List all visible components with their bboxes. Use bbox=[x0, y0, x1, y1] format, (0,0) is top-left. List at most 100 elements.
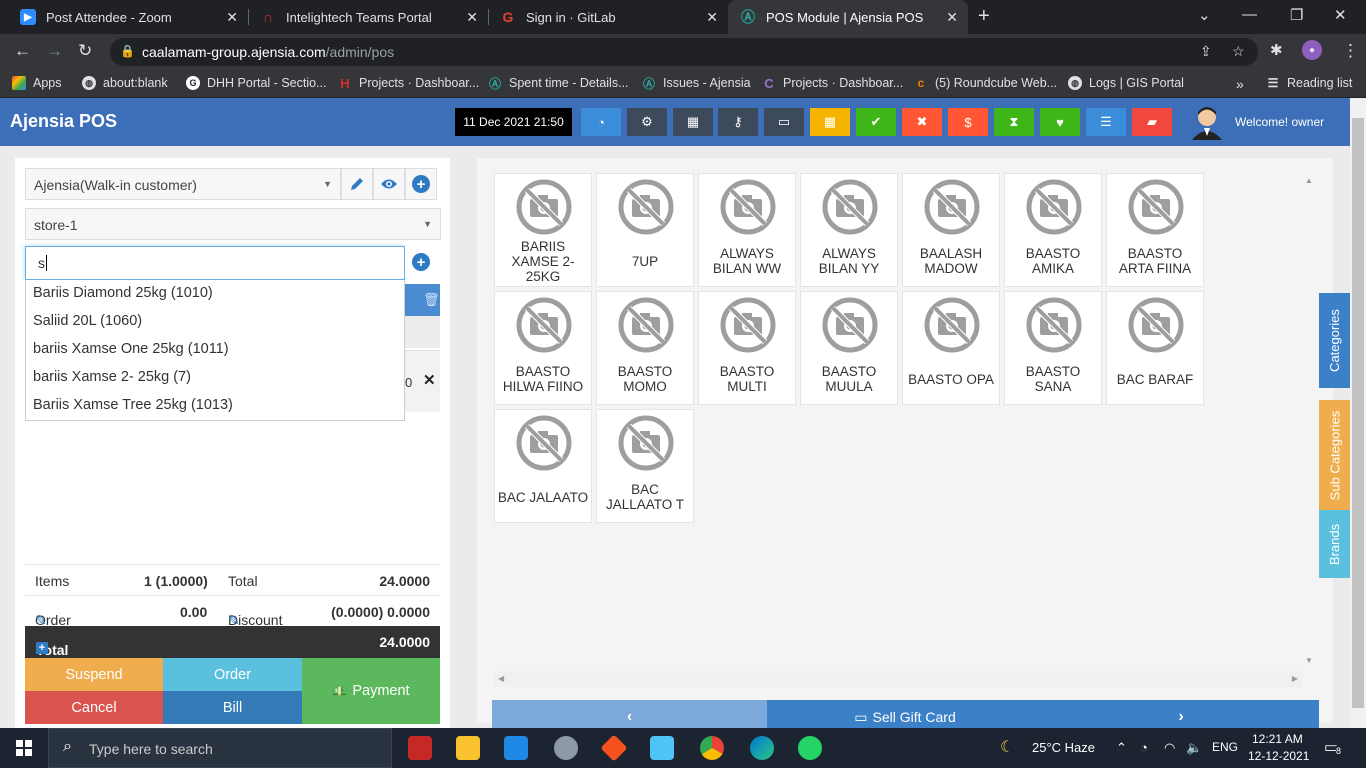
bookmark-spent-time[interactable]: Ⓐ Spent time - Details... bbox=[488, 76, 629, 91]
bookmark-issues[interactable]: Ⓐ Issues - Ajensia bbox=[642, 76, 751, 91]
volume-icon[interactable]: 🔈 bbox=[1186, 740, 1202, 756]
chevron-up-icon[interactable]: ⌃ bbox=[1116, 740, 1127, 756]
suggestion-item[interactable]: Bariis Xamse Tree 25kg (1013) bbox=[26, 392, 404, 420]
bookmark-apps[interactable]: Apps bbox=[12, 76, 62, 90]
order-button[interactable]: Order bbox=[163, 658, 302, 691]
close-tab-icon[interactable]: ✕ bbox=[226, 9, 238, 26]
suggestion-item[interactable]: bariis Xamse One 25kg (1011) bbox=[26, 336, 404, 364]
reload-icon[interactable]: ↻ bbox=[78, 41, 92, 61]
windows-start-icon[interactable] bbox=[16, 740, 32, 756]
product-card[interactable]: BAASTO ARTA FIINA bbox=[1106, 173, 1204, 287]
extensions-icon[interactable]: ✱ bbox=[1270, 41, 1283, 59]
categories-tab[interactable]: Categories bbox=[1319, 293, 1350, 388]
bill-button[interactable]: Bill bbox=[163, 691, 302, 724]
bookmark-dhh[interactable]: G DHH Portal - Sectio... bbox=[186, 76, 326, 90]
remove-item-icon[interactable]: ✕ bbox=[423, 371, 436, 389]
store-select[interactable]: store-1 ▼ bbox=[25, 208, 441, 240]
trash-icon[interactable]: 🗑 bbox=[423, 292, 440, 308]
heart-button[interactable]: ♥ bbox=[1040, 108, 1080, 136]
bookmark-roundcube[interactable]: c (5) Roundcube Web... bbox=[914, 76, 1057, 90]
tab-gitlab[interactable]: G Sign in · GitLab ✕ bbox=[488, 0, 728, 34]
restore-icon[interactable]: ❐ bbox=[1290, 6, 1303, 24]
close-tab-icon[interactable]: ✕ bbox=[706, 9, 718, 26]
tab-search-icon[interactable]: ⌄ bbox=[1198, 6, 1211, 24]
bookmark-logs[interactable]: ◍ Logs | GIS Portal bbox=[1068, 76, 1184, 90]
product-card[interactable]: BARIIS XAMSE 2- 25KG bbox=[494, 173, 592, 287]
dollar-button[interactable]: $ bbox=[948, 108, 988, 136]
bookmark-about-blank[interactable]: ◍ about:blank bbox=[82, 76, 168, 90]
view-customer-button[interactable] bbox=[373, 168, 405, 200]
suggestion-item[interactable]: Bariis Diamond 25kg (1010) bbox=[26, 280, 404, 308]
eraser-button[interactable]: ▰ bbox=[1132, 108, 1172, 136]
product-card[interactable]: BAC JALAATO bbox=[494, 409, 592, 523]
dashboard-button[interactable]: ◔ bbox=[581, 108, 621, 136]
product-card[interactable]: 7UP bbox=[596, 173, 694, 287]
weather-text[interactable]: 25°C Haze bbox=[1032, 740, 1095, 755]
check-button[interactable]: ✔ bbox=[856, 108, 896, 136]
laptop-button[interactable]: ▭ bbox=[764, 108, 804, 136]
minimize-icon[interactable]: — bbox=[1242, 6, 1257, 23]
product-card[interactable]: BAASTO OPA bbox=[902, 291, 1000, 405]
product-card[interactable]: BAASTO MOMO bbox=[596, 291, 694, 405]
key-button[interactable]: ⚷ bbox=[718, 108, 758, 136]
bookmark-projects-2[interactable]: C Projects · Dashboar... bbox=[762, 76, 903, 91]
scroll-left-icon[interactable]: ◀ bbox=[498, 674, 504, 683]
row-qty[interactable]: 0 bbox=[405, 375, 412, 390]
whatsapp-icon[interactable] bbox=[798, 736, 822, 760]
product-card[interactable]: ALWAYS BILAN WW bbox=[698, 173, 796, 287]
close-tab-icon[interactable]: ✕ bbox=[946, 9, 958, 26]
clock-date[interactable]: 12-12-2021 bbox=[1248, 749, 1309, 763]
git-icon[interactable] bbox=[600, 734, 628, 762]
taskbar-search[interactable]: ⌕ Type here to search bbox=[48, 728, 392, 768]
brand-title[interactable]: Ajensia POS bbox=[10, 111, 117, 132]
more-bookmarks-icon[interactable]: » bbox=[1236, 76, 1244, 92]
close-circle-button[interactable]: ✖ bbox=[902, 108, 942, 136]
suggestion-item[interactable]: bariis Xamse 2- 25kg (7) bbox=[26, 364, 404, 392]
tab-intelightech[interactable]: ∩ Intelightech Teams Portal ✕ bbox=[248, 0, 488, 34]
wifi-icon[interactable]: ◠ bbox=[1164, 740, 1175, 756]
network-icon[interactable]: ◔ bbox=[1140, 740, 1148, 755]
profile-avatar[interactable]: ● bbox=[1302, 40, 1322, 60]
plus-square-icon[interactable]: + bbox=[36, 642, 48, 654]
clock-time[interactable]: 12:21 AM bbox=[1252, 732, 1303, 746]
edit-customer-button[interactable] bbox=[341, 168, 373, 200]
product-card[interactable]: BAC BARAF bbox=[1106, 291, 1204, 405]
store-icon[interactable] bbox=[504, 736, 528, 760]
chrome-icon[interactable] bbox=[700, 736, 724, 760]
settings-button[interactable]: ⚙ bbox=[627, 108, 667, 136]
suspend-button[interactable]: Suspend bbox=[25, 658, 163, 691]
tab-pos[interactable]: Ⓐ POS Module | Ajensia POS ✕ bbox=[728, 0, 968, 34]
cancel-button[interactable]: Cancel bbox=[25, 691, 163, 724]
app-v-icon[interactable] bbox=[408, 736, 432, 760]
window-close-icon[interactable]: ✕ bbox=[1334, 6, 1347, 24]
close-tab-icon[interactable]: ✕ bbox=[466, 9, 478, 26]
hourglass-button[interactable]: ⧗ bbox=[994, 108, 1034, 136]
welcome-text[interactable]: Welcome! owner bbox=[1235, 115, 1324, 129]
language-indicator[interactable]: ENG bbox=[1212, 740, 1238, 754]
brands-tab[interactable]: Brands bbox=[1319, 510, 1350, 578]
share-icon[interactable]: ⇪ bbox=[1200, 43, 1212, 60]
grid-button[interactable]: ▦ bbox=[810, 108, 850, 136]
calculator-button[interactable]: ▦ bbox=[673, 108, 713, 136]
user-avatar[interactable] bbox=[1190, 104, 1224, 140]
horizontal-scrollbar[interactable]: ◀ ▶ bbox=[494, 671, 1302, 687]
url-field[interactable]: 🔒 caalamam-group.ajensia.com/admin/pos ⇪… bbox=[110, 38, 1258, 66]
reading-list[interactable]: ☰ Reading list bbox=[1266, 76, 1353, 90]
product-card[interactable]: BAASTO HILWA FIINO bbox=[494, 291, 592, 405]
forward-icon[interactable]: → bbox=[46, 41, 63, 61]
list-button[interactable]: ☰ bbox=[1086, 108, 1126, 136]
menu-icon[interactable]: ⋮ bbox=[1342, 41, 1359, 61]
scroll-right-icon[interactable]: ▶ bbox=[1292, 674, 1298, 683]
product-card[interactable]: BAASTO SANA bbox=[1004, 291, 1102, 405]
suggestion-item[interactable]: Saliid 20L (1060) bbox=[26, 308, 404, 336]
new-tab-icon[interactable]: + bbox=[978, 5, 990, 28]
customer-select[interactable]: Ajensia(Walk-in customer) ▼ bbox=[25, 168, 341, 200]
page-scrollbar[interactable] bbox=[1350, 98, 1366, 728]
product-card[interactable]: BAASTO MUULA bbox=[800, 291, 898, 405]
file-explorer-icon[interactable] bbox=[456, 736, 480, 760]
product-card[interactable]: BAC JALLAATO T bbox=[596, 409, 694, 523]
product-search-input[interactable]: s bbox=[25, 246, 405, 280]
back-icon[interactable]: ← bbox=[14, 41, 31, 61]
weather-icon[interactable]: ☾ bbox=[1000, 737, 1014, 757]
add-product-button[interactable]: + bbox=[405, 246, 437, 278]
